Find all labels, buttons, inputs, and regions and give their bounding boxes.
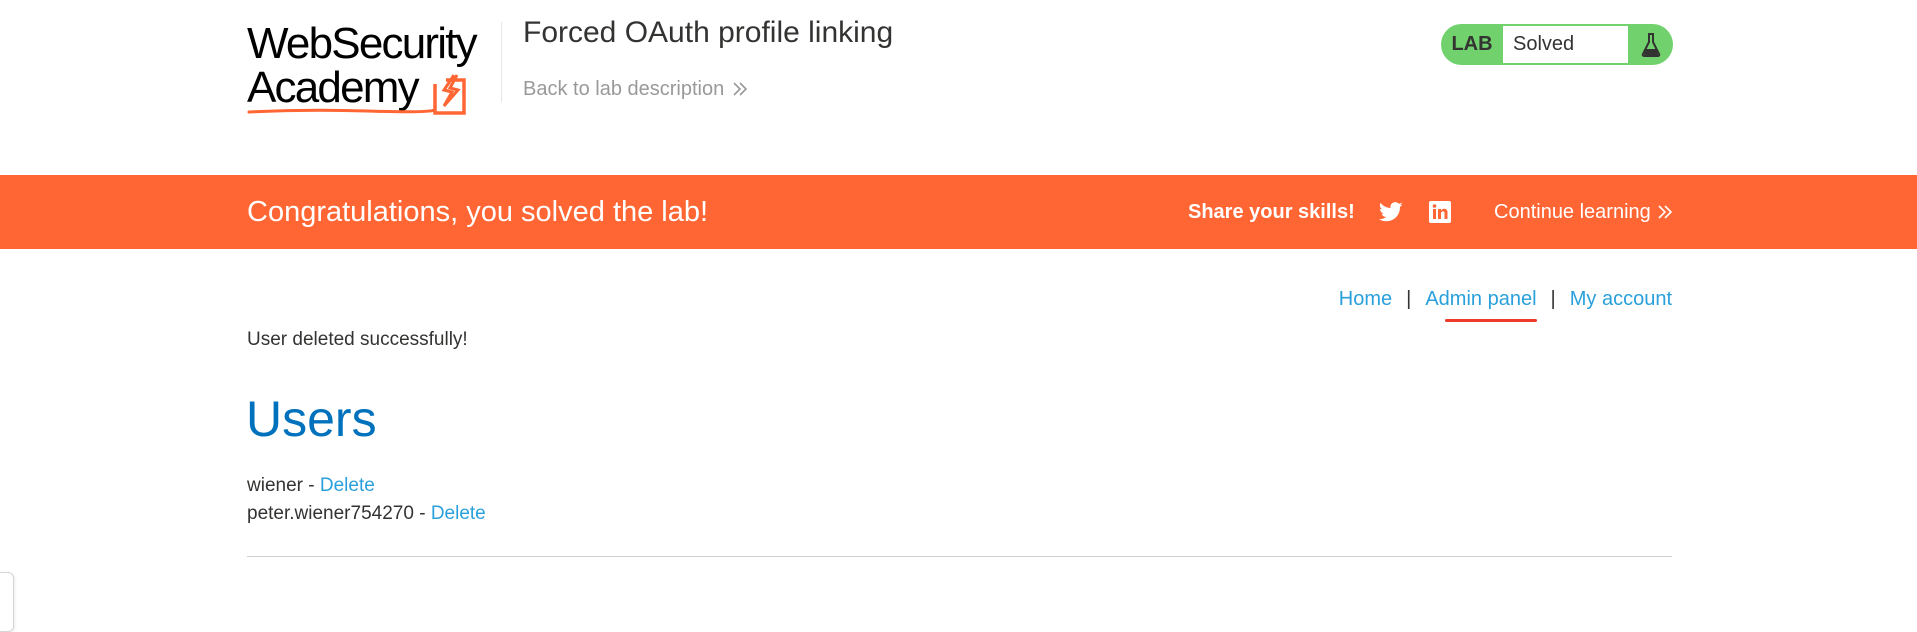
list-item: peter.wiener754270 - Delete — [247, 500, 486, 528]
continue-learning-link[interactable]: Continue learning — [1494, 199, 1673, 225]
lab-status-label: LAB — [1451, 33, 1493, 55]
lab-status-badge: LAB Solved — [1441, 24, 1673, 65]
list-item: wiener - Delete — [247, 472, 486, 500]
back-link-label: Back to lab description — [523, 78, 725, 100]
users-list: wiener - Delete peter.wiener754270 - Del… — [247, 472, 486, 528]
solved-notification-banner: Congratulations, you solved the lab! Sha… — [0, 175, 1917, 249]
header: WebSecurity Academy Forced OAuth profile… — [0, 0, 1917, 175]
logo-bolt-icon — [433, 74, 466, 115]
username: peter.wiener754270 — [247, 503, 414, 524]
double-chevron-right-icon — [1658, 205, 1672, 219]
content-divider — [247, 556, 1672, 557]
logo-text-line1: WebSecurity — [247, 19, 478, 68]
delete-user-link[interactable]: Delete — [431, 503, 486, 524]
continue-learning-label: Continue learning — [1494, 201, 1651, 223]
nav-home-link[interactable]: Home — [1339, 286, 1392, 312]
linkedin-icon[interactable] — [1428, 200, 1452, 224]
page-title: Users — [246, 391, 377, 447]
web-security-academy-logo[interactable]: WebSecurity Academy — [247, 22, 497, 116]
share-skills-label: Share your skills! — [1188, 201, 1355, 223]
congratulations-message: Congratulations, you solved the lab! — [247, 196, 709, 228]
double-chevron-right-icon — [733, 82, 748, 96]
nav-my-account-link[interactable]: My account — [1570, 286, 1672, 312]
nav-admin-panel-link[interactable]: Admin panel — [1425, 286, 1537, 322]
top-nav: Home | Admin panel | My account — [1339, 286, 1672, 322]
side-widget-tab[interactable] — [0, 572, 14, 632]
twitter-icon[interactable] — [1379, 201, 1403, 223]
user-separator: - — [302, 475, 320, 496]
nav-separator: | — [1550, 288, 1556, 310]
nav-separator: | — [1406, 288, 1412, 310]
header-divider — [501, 22, 502, 102]
lab-title: Forced OAuth profile linking — [523, 16, 894, 49]
delete-user-link[interactable]: Delete — [320, 475, 375, 496]
logo-underline — [247, 108, 437, 114]
username: wiener — [247, 475, 303, 496]
back-to-lab-description-link[interactable]: Back to lab description — [523, 76, 748, 102]
user-separator: - — [413, 503, 431, 524]
status-message: User deleted successfully! — [247, 329, 468, 350]
flask-icon — [1628, 32, 1673, 58]
lab-status-value: Solved — [1503, 26, 1628, 63]
